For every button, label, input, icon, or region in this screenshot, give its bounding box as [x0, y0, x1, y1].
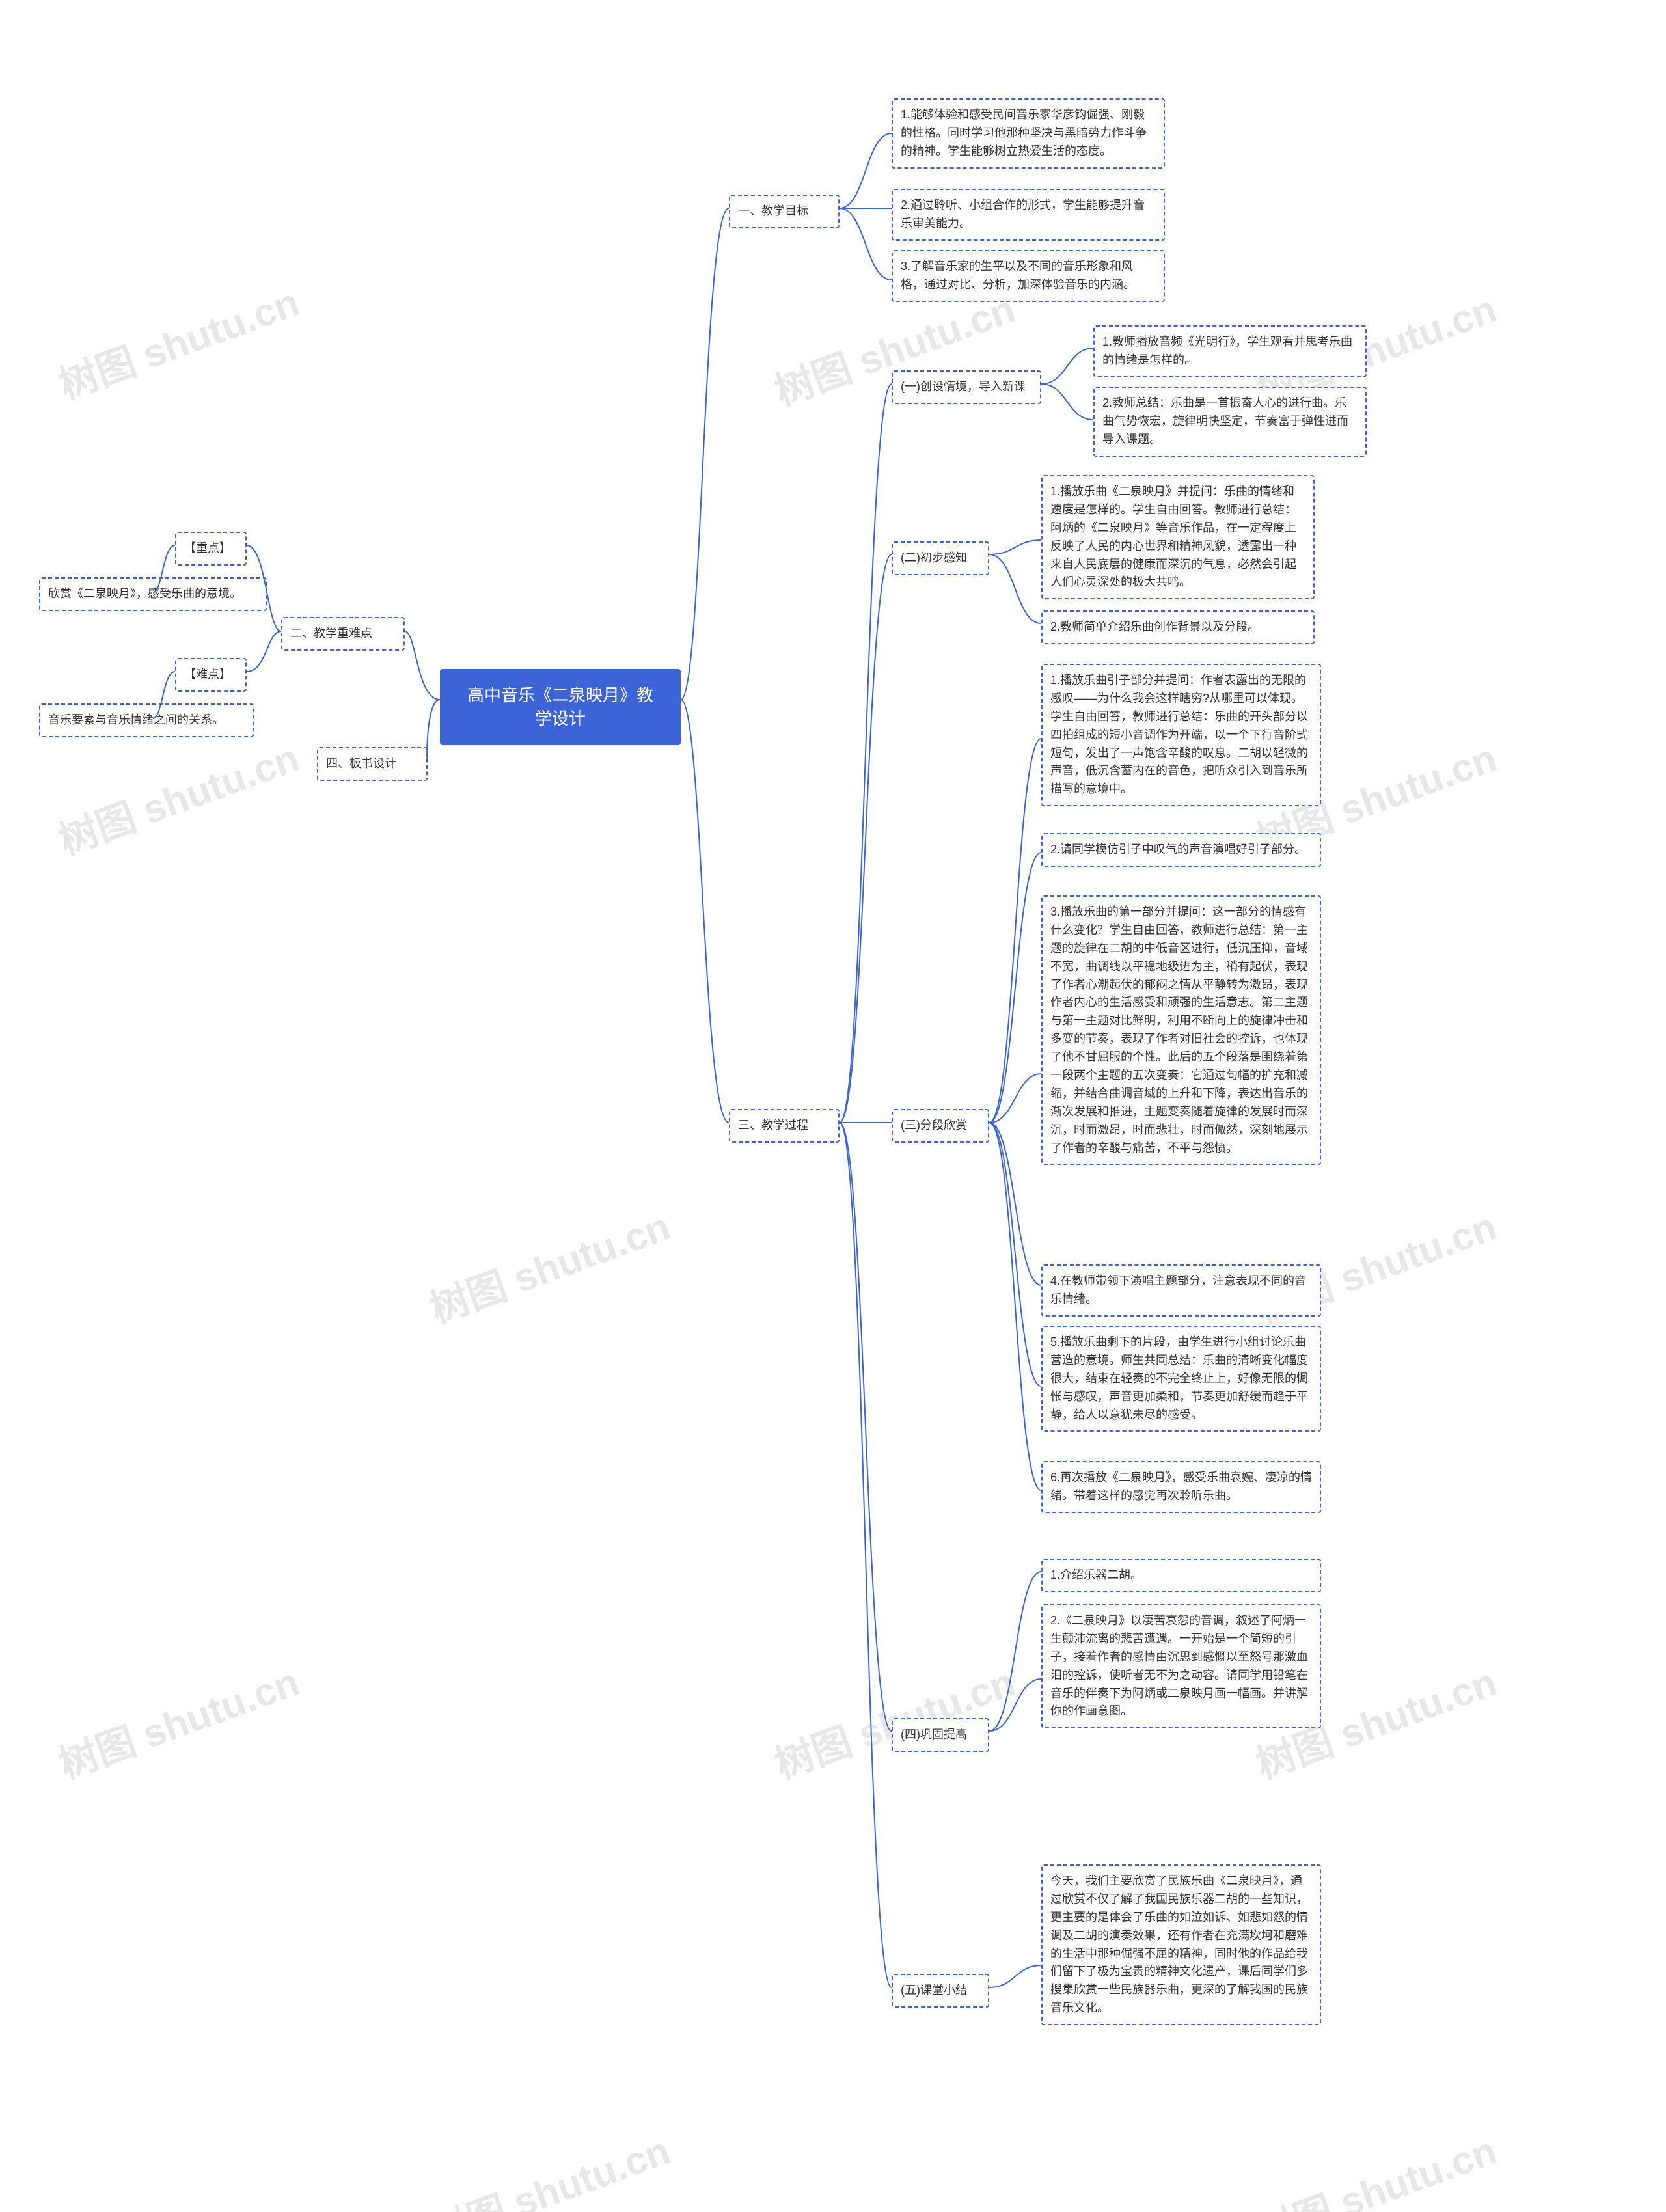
connectors — [0, 0, 1666, 2212]
